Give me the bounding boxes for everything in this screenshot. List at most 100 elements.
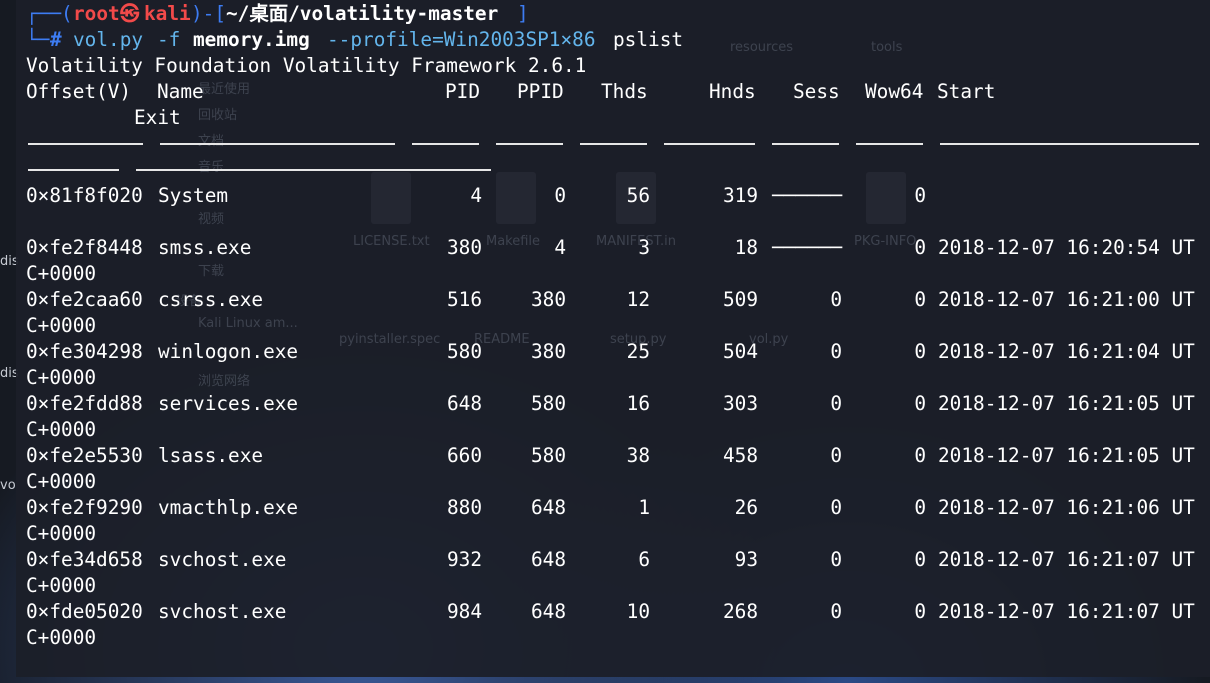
header-exit: Exit — [134, 106, 181, 129]
cell-offset: 0×81f8f020 — [26, 184, 143, 207]
header-ppid: PPID — [517, 80, 564, 103]
cell-pid: 880 — [446, 496, 482, 519]
command-flag-profile: --profile=Win2003SP1×86 — [327, 28, 596, 51]
table-row-wrap: C+0000 — [26, 418, 97, 441]
cell-ppid: 0 — [554, 184, 566, 207]
cell-start: 2018-12-07 16:21:05 UT — [938, 392, 1195, 415]
prompt-line: ┌──(root ㉿ kali)-[~/桌面/volatility-master] — [26, 1, 529, 27]
table-row: 0×fe34d658 svchost.exe 932 648 6 93 0 0 2018-12-… — [26, 547, 1206, 573]
command-flag-f: -f — [157, 28, 181, 51]
cell-name: csrss.exe — [158, 288, 264, 311]
prompt-at-icon: ㉿ — [120, 2, 140, 25]
cell-pid: 4 — [470, 184, 482, 207]
command-exe: vol.py — [73, 28, 144, 51]
cell-wow64: 0 — [914, 392, 926, 415]
header-offset: Offset(V) — [26, 80, 132, 103]
desktop-icon-label[interactable]: vo — [0, 478, 16, 493]
cell-ppid: 648 — [530, 548, 566, 571]
cell-sess: 0 — [830, 548, 842, 571]
sidebar-item: Kali Linux am... — [198, 316, 298, 331]
terminal-window[interactable]: resources tools LICENSE.txt Makefile MAN… — [16, 0, 1210, 677]
table-row-wrap: C+0000 — [26, 366, 97, 389]
prompt-frame-mid: )-[ — [191, 2, 227, 25]
cell-start: 2018-12-07 16:21:07 UT — [938, 600, 1195, 623]
cell-hnds: 303 — [722, 392, 758, 415]
table-row-wrap: C+0000 — [26, 574, 97, 597]
prompt-frame-bottom: └─ — [26, 28, 50, 51]
cell-offset: 0×fe34d658 — [26, 548, 143, 571]
cell-hnds: 458 — [722, 444, 758, 467]
cell-ppid: 580 — [530, 444, 566, 467]
command-line[interactable]: └─ # vol.py -f memory.img --profile=Win2003SP… — [26, 27, 683, 53]
table-row: 0×fe2fdd88 services.exe 648 580 16 303 0 0 2018-… — [26, 391, 1206, 417]
cell-start: 2018-12-07 16:20:54 UT — [938, 236, 1195, 259]
cell-thds: 38 — [626, 444, 650, 467]
header-wow64: Wow64 — [865, 80, 924, 103]
prompt-frame-end: ] — [517, 2, 529, 25]
cell-thds: 16 — [626, 392, 650, 415]
cell-ppid: 380 — [530, 340, 566, 363]
banner-line: Volatility Foundation Volatility Framewo… — [26, 54, 587, 77]
sidebar-item: 音乐 — [198, 160, 225, 175]
cell-name: services.exe — [158, 392, 299, 415]
cell-start: 2018-12-07 16:21:07 UT — [938, 548, 1195, 571]
cell-start: 2018-12-07 16:21:00 UT — [938, 288, 1195, 311]
cell-ppid: 380 — [530, 288, 566, 311]
cell-start: 2018-12-07 16:21:05 UT — [938, 444, 1195, 467]
header-start: Start — [937, 80, 996, 103]
cell-wow64: 0 — [914, 496, 926, 519]
prompt-user: root — [73, 2, 120, 25]
cell-sess: 0 — [830, 392, 842, 415]
cell-pid: 660 — [446, 444, 482, 467]
cell-name: smss.exe — [158, 236, 252, 259]
cell-ppid: 4 — [554, 236, 566, 259]
cell-thds: 25 — [626, 340, 650, 363]
sidebar-item: 文档 — [198, 134, 225, 149]
table-row: 0×fde05020 svchost.exe 984 648 10 268 0 0 2018-1… — [26, 599, 1206, 625]
header-hnds: Hnds — [709, 80, 756, 103]
cell-pid: 580 — [446, 340, 482, 363]
cell-pid: 932 — [446, 548, 482, 571]
cell-sess: 0 — [830, 444, 842, 467]
command-plugin: pslist — [613, 28, 684, 51]
cell-sess: 0 — [830, 340, 842, 363]
table-row: 0×fe2f9290 vmacthlp.exe 880 648 1 26 0 0 2018-12… — [26, 495, 1206, 521]
cell-sess: ────── — [771, 184, 842, 207]
cell-hnds: 319 — [722, 184, 758, 207]
cell-hnds: 18 — [734, 236, 758, 259]
cell-offset: 0×fde05020 — [26, 600, 143, 623]
cell-ppid: 648 — [530, 600, 566, 623]
prompt-cwd: ~/桌面/volatility-master — [226, 2, 499, 25]
cell-name: svchost.exe — [158, 548, 287, 571]
header-pid: PID — [445, 80, 481, 103]
cell-hnds: 93 — [734, 548, 758, 571]
table-header-wrap: Exit — [26, 105, 181, 131]
cell-start: 2018-12-07 16:21:06 UT — [938, 496, 1195, 519]
cell-wow64: 0 — [914, 444, 926, 467]
cell-name: svchost.exe — [158, 600, 287, 623]
cell-offset: 0×fe2fdd88 — [26, 392, 143, 415]
sidebar-item: 视频 — [198, 212, 225, 227]
cell-thds: 56 — [626, 184, 650, 207]
command-file: memory.img — [193, 28, 310, 51]
header-sess: Sess — [793, 80, 840, 103]
sidebar-item: 下载 — [198, 264, 225, 279]
table-row-wrap: C+0000 — [26, 626, 97, 649]
cell-pid: 984 — [446, 600, 482, 623]
folder-label: tools — [871, 40, 903, 55]
cell-wow64: 0 — [914, 548, 926, 571]
cell-name: winlogon.exe — [158, 340, 299, 363]
cell-pid: 648 — [446, 392, 482, 415]
table-row: 0×81f8f020 System 4 0 56 319 ────── 0 — [26, 183, 1206, 209]
folder-label: resources — [730, 40, 794, 55]
cell-start: 2018-12-07 16:21:04 UT — [938, 340, 1195, 363]
cell-thds: 6 — [638, 548, 650, 571]
cell-hnds: 268 — [722, 600, 758, 623]
cell-offset: 0×fe2f9290 — [26, 496, 143, 519]
prompt-hash: # — [50, 28, 62, 51]
cell-name: vmacthlp.exe — [158, 496, 299, 519]
table-row-wrap: C+0000 — [26, 522, 97, 545]
cell-thds: 10 — [626, 600, 650, 623]
cell-pid: 516 — [446, 288, 482, 311]
sidebar-item: 回收站 — [198, 108, 238, 123]
